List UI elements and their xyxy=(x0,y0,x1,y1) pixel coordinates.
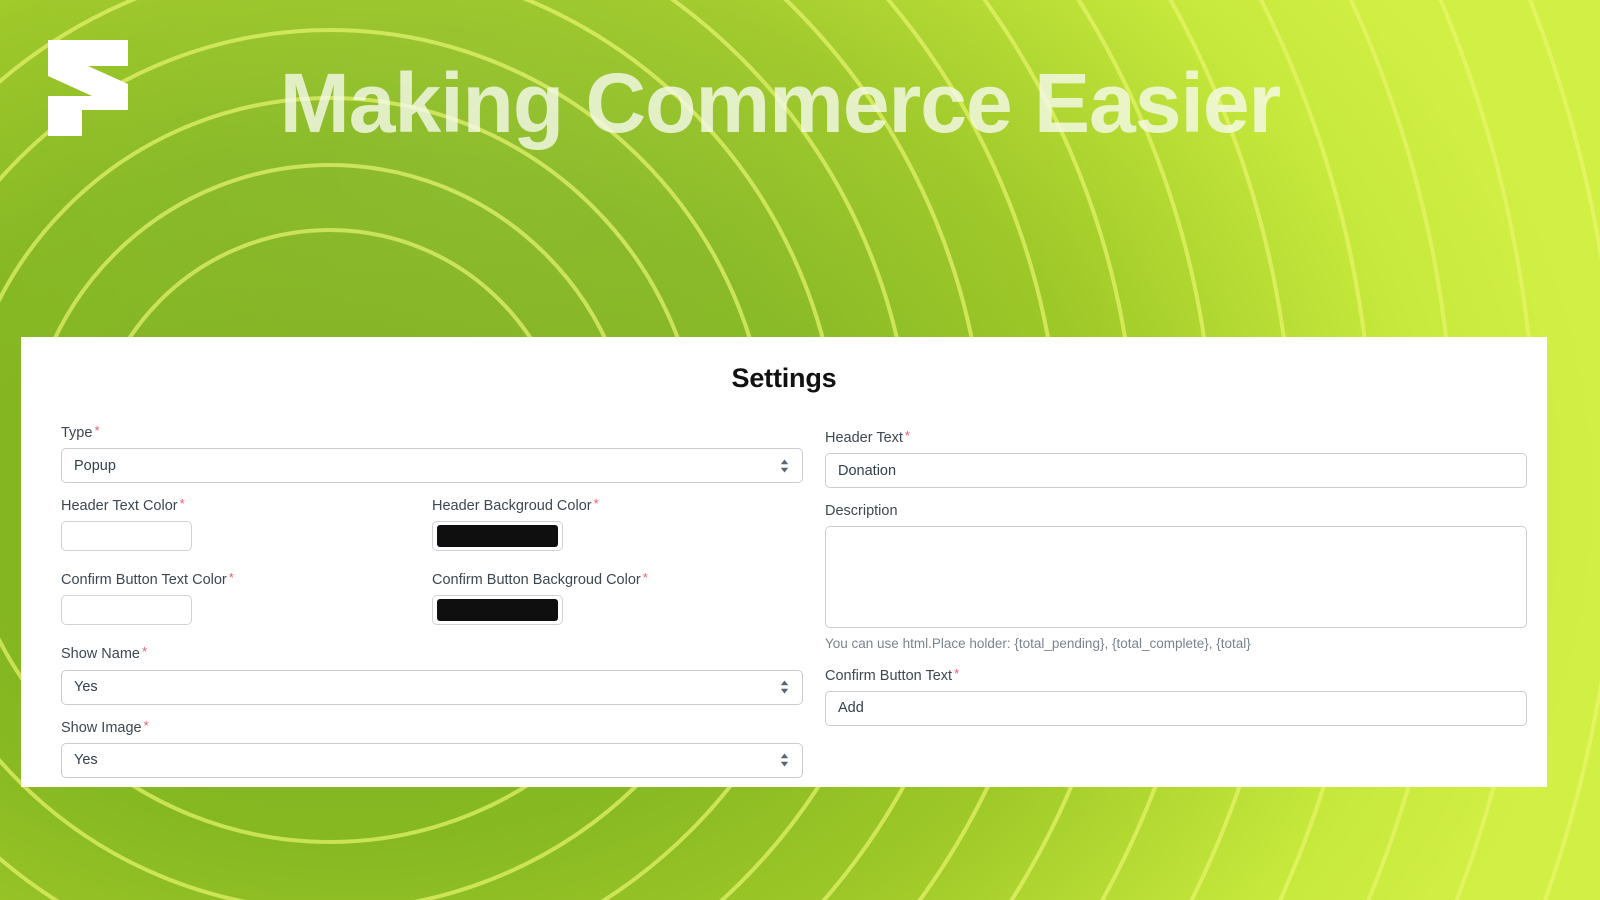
form-column-left: Type * Popup Header Text Color * Header … xyxy=(41,424,803,792)
form-column-right: Header Text* Description You can use htm… xyxy=(803,424,1527,792)
header-background-color-picker[interactable] xyxy=(432,521,563,552)
color-row-confirm: Confirm Button Text Color * Confirm Butto… xyxy=(61,571,803,639)
required-marker: * xyxy=(954,665,960,681)
field-confirm-button-text-color-label: Confirm Button Text Color * xyxy=(61,571,432,589)
page-root: Making Commerce Easier Settings Type * P… xyxy=(0,0,1600,900)
header-text-input[interactable] xyxy=(825,453,1527,489)
field-type: Type * xyxy=(61,424,803,484)
field-header-text-label: Header Text * xyxy=(825,429,1527,447)
required-marker: * xyxy=(179,496,185,512)
description-textarea[interactable] xyxy=(825,526,1527,629)
header-text-color-picker[interactable] xyxy=(61,521,192,552)
field-description-label: Description xyxy=(825,502,1527,520)
description-help-text: You can use html.Place holder: {total_pe… xyxy=(825,636,1251,652)
show-image-select[interactable] xyxy=(61,742,803,778)
field-confirm-button-background-color-label-text: Confirm Button Backgroud Color xyxy=(432,572,641,589)
field-header-background-color-label: Header Backgroud Color * xyxy=(432,497,803,515)
confirm-button-text-input[interactable] xyxy=(825,690,1527,726)
field-description-label-text: Description xyxy=(825,503,898,520)
field-show-name: Show Name * xyxy=(61,645,803,705)
required-marker: * xyxy=(143,717,149,733)
field-confirm-button-background-color: Confirm Button Backgroud Color * xyxy=(432,571,803,626)
f-logo-icon xyxy=(44,36,132,140)
field-type-label-text: Type xyxy=(61,425,93,441)
required-marker: * xyxy=(228,570,234,586)
type-select-wrap xyxy=(61,448,803,484)
show-name-select-wrap xyxy=(61,669,803,705)
field-header-background-color: Header Backgroud Color * xyxy=(432,497,803,552)
confirm-button-text-color-picker[interactable] xyxy=(61,595,192,626)
field-header-text-label-text: Header Text xyxy=(825,430,903,446)
confirm-button-background-color-chip xyxy=(437,599,558,622)
field-show-image: Show Image * xyxy=(61,719,803,778)
show-name-select[interactable] xyxy=(61,669,803,705)
settings-panel: Settings Type * Popup Header Text Color … xyxy=(21,337,1547,787)
required-marker: * xyxy=(593,496,599,512)
field-confirm-button-text-label-text: Confirm Button Text xyxy=(825,667,953,684)
required-marker: * xyxy=(141,644,148,660)
field-header-text-color-label: Header Text Color * xyxy=(61,497,432,515)
field-confirm-button-text-label: Confirm Button Text * xyxy=(825,667,1527,685)
field-header-background-color-label-text: Header Backgroud Color xyxy=(432,498,592,515)
required-marker: * xyxy=(94,423,100,438)
field-confirm-button-background-color-label: Confirm Button Backgroud Color * xyxy=(432,571,803,589)
header-text-color-chip xyxy=(66,525,187,548)
field-show-image-label-text: Show Image xyxy=(61,719,142,736)
show-image-select-wrap xyxy=(61,742,803,778)
field-header-text: Header Text * xyxy=(825,429,1527,489)
page-title: Settings xyxy=(731,363,837,393)
field-header-text-color: Header Text Color * xyxy=(61,497,432,552)
field-confirm-button-text: Confirm Button Text * xyxy=(825,667,1527,726)
required-marker: * xyxy=(642,570,648,586)
field-description: Description You can use html.Place holde… xyxy=(825,502,1527,653)
type-select[interactable] xyxy=(61,448,803,484)
field-confirm-button-text-color: Confirm Button Text Color * xyxy=(61,571,432,626)
field-header-text-color-label-text: Header Text Color xyxy=(61,498,178,515)
header-background-color-chip xyxy=(437,525,558,548)
field-type-label: Type * xyxy=(61,424,803,442)
color-row-header: Header Text Color * Header Backgroud Colo… xyxy=(61,497,803,565)
field-confirm-button-text-color-label-text: Confirm Button Text Color xyxy=(61,572,227,589)
field-show-name-label: Show Name * xyxy=(61,645,803,663)
settings-form: Type * Popup Header Text Color * Header … xyxy=(41,424,1527,792)
field-show-image-label: Show Image * xyxy=(61,719,803,737)
field-show-name-label-text: Show Name xyxy=(61,646,140,663)
confirm-button-text-color-chip xyxy=(66,599,187,622)
required-marker: * xyxy=(904,428,910,443)
confirm-button-background-color-picker[interactable] xyxy=(432,595,563,626)
